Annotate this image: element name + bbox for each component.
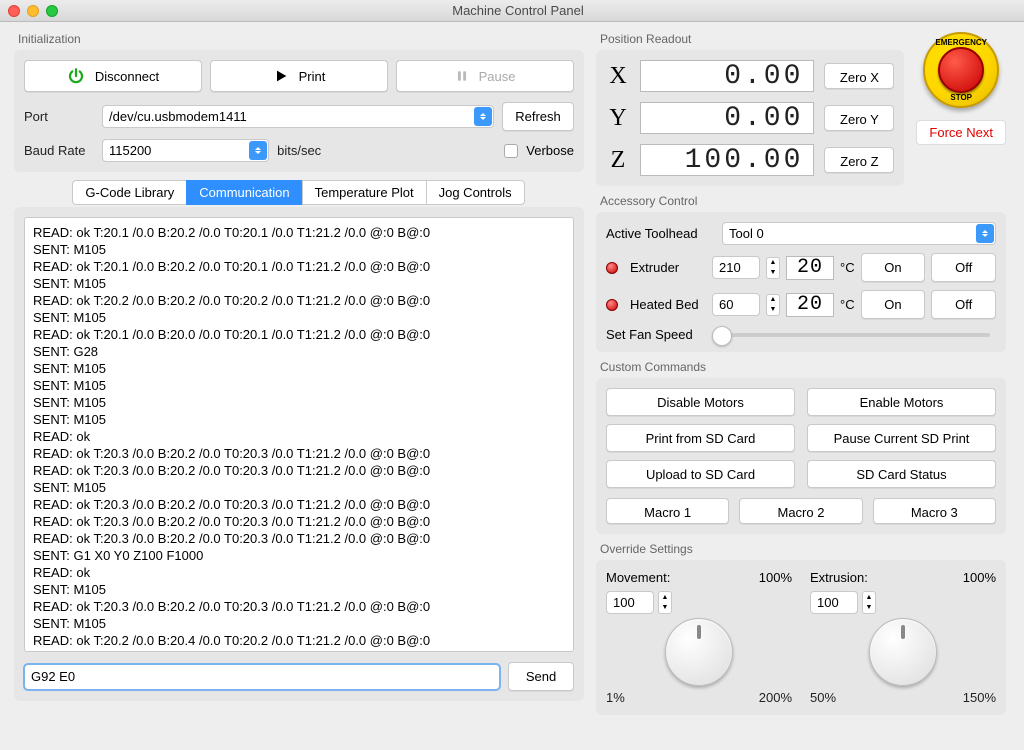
- initialization-label: Initialization: [18, 32, 584, 46]
- window-title: Machine Control Panel: [70, 3, 966, 18]
- movement-stepper[interactable]: ▲▼: [658, 591, 672, 614]
- extrusion-percent: 100%: [963, 570, 996, 585]
- disconnect-button[interactable]: Disconnect: [24, 60, 202, 92]
- baud-unit: bits/sec: [277, 143, 321, 158]
- extruder-setpoint-input[interactable]: [712, 256, 760, 279]
- extruder-label: Extruder: [630, 260, 706, 275]
- extrusion-knob[interactable]: [869, 618, 937, 686]
- accessory-label: Accessory Control: [600, 194, 1006, 208]
- extrusion-stepper[interactable]: ▲▼: [862, 591, 876, 614]
- extruder-on-button[interactable]: On: [861, 253, 926, 282]
- zero-y-button[interactable]: Zero Y: [824, 105, 894, 131]
- position-label: Position Readout: [600, 32, 904, 46]
- tab-jog-controls[interactable]: Jog Controls: [426, 180, 525, 205]
- bed-readout: 20: [786, 293, 834, 317]
- fan-speed-slider[interactable]: [712, 333, 990, 337]
- titlebar: Machine Control Panel: [0, 0, 1024, 22]
- disable-motors-button[interactable]: Disable Motors: [606, 388, 795, 416]
- console-input[interactable]: [24, 664, 500, 690]
- fan-label: Set Fan Speed: [606, 327, 700, 342]
- bed-label: Heated Bed: [630, 297, 706, 312]
- bed-setpoint-input[interactable]: [712, 293, 760, 316]
- console-log[interactable]: READ: ok T:20.1 /0.0 B:20.2 /0.0 T0:20.1…: [24, 217, 574, 652]
- movement-percent: 100%: [759, 570, 792, 585]
- macro-3-button[interactable]: Macro 3: [873, 498, 996, 524]
- x-axis-label: X: [606, 63, 630, 90]
- send-button[interactable]: Send: [508, 662, 574, 691]
- macro-1-button[interactable]: Macro 1: [606, 498, 729, 524]
- force-next-button[interactable]: Force Next: [916, 120, 1006, 145]
- port-select[interactable]: /dev/cu.usbmodem1411: [102, 105, 494, 128]
- power-icon: [67, 67, 85, 85]
- extruder-readout: 20: [786, 256, 834, 280]
- z-position-readout: 100.00: [640, 144, 814, 176]
- bed-stepper[interactable]: ▲▼: [766, 294, 780, 316]
- enable-motors-button[interactable]: Enable Motors: [807, 388, 996, 416]
- extruder-led-icon: [606, 262, 618, 274]
- macro-2-button[interactable]: Macro 2: [739, 498, 862, 524]
- toolhead-label: Active Toolhead: [606, 226, 716, 241]
- verbose-label: Verbose: [526, 143, 574, 158]
- extrusion-label: Extrusion:: [810, 570, 868, 585]
- print-button[interactable]: Print: [210, 60, 388, 92]
- extrusion-value-input[interactable]: [810, 591, 858, 614]
- z-axis-label: Z: [606, 147, 630, 174]
- y-axis-label: Y: [606, 105, 630, 132]
- extruder-off-button[interactable]: Off: [931, 253, 996, 282]
- port-label: Port: [24, 109, 94, 124]
- zero-x-button[interactable]: Zero X: [824, 63, 894, 89]
- movement-value-input[interactable]: [606, 591, 654, 614]
- print-sd-button[interactable]: Print from SD Card: [606, 424, 795, 452]
- play-icon: [273, 68, 289, 84]
- bed-on-button[interactable]: On: [861, 290, 926, 319]
- pause-button[interactable]: Pause: [396, 60, 574, 92]
- tab-gcode-library[interactable]: G-Code Library: [72, 180, 187, 205]
- pause-icon: [455, 68, 469, 84]
- baud-label: Baud Rate: [24, 143, 94, 158]
- bed-led-icon: [606, 299, 618, 311]
- tab-communication[interactable]: Communication: [186, 180, 302, 205]
- x-position-readout: 0.00: [640, 60, 814, 92]
- emergency-stop-button[interactable]: EMERGENCY STOP: [923, 32, 999, 108]
- movement-label: Movement:: [606, 570, 670, 585]
- minimize-window-button[interactable]: [27, 5, 39, 17]
- toolhead-select[interactable]: Tool 0: [722, 222, 996, 245]
- verbose-checkbox[interactable]: [504, 144, 518, 158]
- upload-sd-button[interactable]: Upload to SD Card: [606, 460, 795, 488]
- override-label: Override Settings: [600, 542, 1006, 556]
- refresh-button[interactable]: Refresh: [502, 102, 574, 131]
- pause-sd-button[interactable]: Pause Current SD Print: [807, 424, 996, 452]
- sd-status-button[interactable]: SD Card Status: [807, 460, 996, 488]
- zoom-window-button[interactable]: [46, 5, 58, 17]
- bed-off-button[interactable]: Off: [931, 290, 996, 319]
- baud-select[interactable]: 115200: [102, 139, 269, 162]
- movement-knob[interactable]: [665, 618, 733, 686]
- tab-temperature-plot[interactable]: Temperature Plot: [302, 180, 427, 205]
- close-window-button[interactable]: [8, 5, 20, 17]
- extruder-stepper[interactable]: ▲▼: [766, 257, 780, 279]
- zero-z-button[interactable]: Zero Z: [824, 147, 894, 173]
- y-position-readout: 0.00: [640, 102, 814, 134]
- custom-commands-label: Custom Commands: [600, 360, 1006, 374]
